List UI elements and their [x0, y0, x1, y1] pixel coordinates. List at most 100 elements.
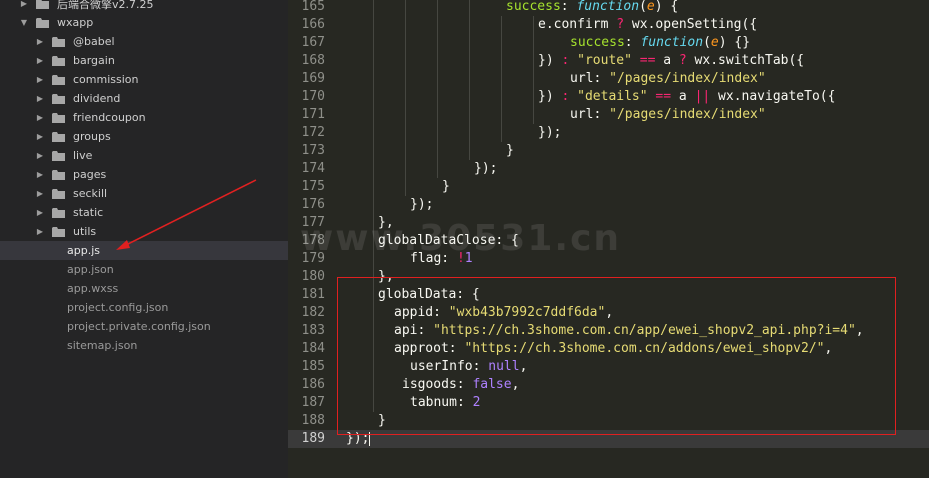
- file-item[interactable]: app.wxss: [0, 279, 288, 298]
- code-token: ) {: [654, 0, 679, 14]
- line-number: 169: [301, 71, 325, 86]
- folder-item[interactable]: ▶ @babel: [0, 32, 288, 51]
- code-token: globalData: {: [378, 287, 480, 302]
- folder-item[interactable]: ▶ seckill: [0, 184, 288, 203]
- code-token: "/pages/index/index": [609, 107, 766, 122]
- code-token: }: [442, 179, 450, 194]
- folder-icon: [52, 55, 65, 66]
- line-number: 172: [301, 125, 325, 140]
- chevron-right-icon[interactable]: ▶: [34, 131, 46, 143]
- chevron-right-icon[interactable]: ▶: [34, 36, 46, 48]
- code-line[interactable]: 182 appid: "wxb43b7992c7ddf6da",: [288, 304, 929, 322]
- code-line[interactable]: 185 userInfo: null,: [288, 358, 929, 376]
- chevron-right-icon[interactable]: ▶: [34, 93, 46, 105]
- code-line[interactable]: 168}) : "route" == a ? wx.switchTab({: [288, 52, 929, 70]
- code-line[interactable]: 186 isgoods: false,: [288, 376, 929, 394]
- code-token: a: [671, 89, 695, 104]
- code-line[interactable]: 166 e.confirm ? wx.openSetting({: [288, 16, 929, 34]
- line-number: 176: [301, 197, 325, 212]
- code-text: appid: "wxb43b7992c7ddf6da",: [394, 304, 613, 322]
- folder-item[interactable]: ▶ pages: [0, 165, 288, 184]
- tree-item-label: live: [73, 149, 93, 162]
- code-token: function: [640, 35, 704, 50]
- tree-item-label: app.js: [67, 244, 100, 257]
- folder-item[interactable]: ▶ bargain: [0, 51, 288, 70]
- file-item[interactable]: app.js: [0, 241, 288, 260]
- line-number: 171: [301, 107, 325, 122]
- folder-item[interactable]: ▶ utils: [0, 222, 288, 241]
- tree-item-label: utils: [73, 225, 97, 238]
- code-line[interactable]: 174});: [288, 160, 929, 178]
- code-text: },: [378, 268, 394, 286]
- code-token: e: [710, 35, 719, 50]
- folder-item[interactable]: ▶ static: [0, 203, 288, 222]
- code-line[interactable]: 181 globalData: {: [288, 286, 929, 304]
- chevron-down-icon[interactable]: ▼: [18, 17, 30, 29]
- chevron-right-icon[interactable]: ▶: [34, 207, 46, 219]
- code-line[interactable]: 188}: [288, 412, 929, 430]
- code-token: appid:: [394, 305, 449, 320]
- code-editor[interactable]: 165 success: function(e) {166 e.confirm ? …: [288, 0, 929, 478]
- line-number: 166: [301, 17, 325, 32]
- code-token: (: [639, 0, 647, 14]
- code-line[interactable]: 178 globalDataClose: {: [288, 232, 929, 250]
- file-item[interactable]: project.private.config.json: [0, 317, 288, 336]
- folder-icon: [52, 188, 65, 199]
- chevron-right-icon[interactable]: ▶: [34, 55, 46, 67]
- tree-item-label: pages: [73, 168, 107, 181]
- folder-item[interactable]: ▶ live: [0, 146, 288, 165]
- code-line[interactable]: 180},: [288, 268, 929, 286]
- folder-icon: [52, 150, 65, 161]
- code-line[interactable]: 183 api: "https://ch.3shome.com.cn/app/ew…: [288, 322, 929, 340]
- folder-item[interactable]: ▶ 后端合微擎v2.7.25: [0, 0, 288, 13]
- folder-icon: [52, 36, 65, 47]
- folder-icon: [52, 93, 65, 104]
- folder-item[interactable]: ▶ dividend: [0, 89, 288, 108]
- code-line[interactable]: 165 success: function(e) {: [288, 0, 929, 16]
- code-token: a: [655, 53, 679, 68]
- code-line[interactable]: 176});: [288, 196, 929, 214]
- code-line[interactable]: 172});: [288, 124, 929, 142]
- code-text: success: function(e) {: [506, 0, 678, 16]
- code-line[interactable]: 169 url: "/pages/index/index": [288, 70, 929, 88]
- code-line[interactable]: 187 tabnum: 2: [288, 394, 929, 412]
- code-line[interactable]: 170}) : "details" == a || wx.navigateTo(…: [288, 88, 929, 106]
- code-text: api: "https://ch.3shome.com.cn/app/ewei_…: [394, 322, 864, 340]
- file-item[interactable]: app.json: [0, 260, 288, 279]
- code-token: isgoods:: [402, 377, 473, 392]
- line-number: 181: [301, 287, 325, 302]
- chevron-right-icon[interactable]: ▶: [34, 169, 46, 181]
- tree-item-label: project.config.json: [67, 301, 169, 314]
- code-line[interactable]: 184 approot: "https://ch.3shome.com.cn/ad…: [288, 340, 929, 358]
- code-line[interactable]: 173}: [288, 142, 929, 160]
- code-line[interactable]: 179 flag: !1: [288, 250, 929, 268]
- folder-item[interactable]: ▶ commission: [0, 70, 288, 89]
- chevron-right-icon[interactable]: ▶: [34, 226, 46, 238]
- code-token: api:: [394, 323, 434, 338]
- code-text: url: "/pages/index/index": [570, 70, 766, 88]
- chevron-right-icon[interactable]: ▶: [34, 188, 46, 200]
- code-token: }: [506, 143, 514, 158]
- file-item[interactable]: sitemap.json: [0, 336, 288, 355]
- code-token: "wxb43b7992c7ddf6da": [448, 305, 606, 320]
- folder-item[interactable]: ▶ friendcoupon: [0, 108, 288, 127]
- code-line[interactable]: 177},: [288, 214, 929, 232]
- tree-item-label: wxapp: [57, 16, 94, 29]
- code-line[interactable]: 167 success: function(e) {}: [288, 34, 929, 52]
- code-line[interactable]: 175}: [288, 178, 929, 196]
- chevron-right-icon[interactable]: ▶: [34, 112, 46, 124]
- tree-item-label: project.private.config.json: [67, 320, 211, 333]
- folder-icon: [52, 131, 65, 142]
- tree-item-label: commission: [73, 73, 139, 86]
- folder-item[interactable]: ▶ groups: [0, 127, 288, 146]
- code-token: :: [560, 0, 577, 14]
- chevron-right-icon[interactable]: ▶: [18, 0, 30, 10]
- folder-item[interactable]: ▼ wxapp: [0, 13, 288, 32]
- ide-window: ▶ 后端合微擎v2.7.25 ▼ wxapp ▶ @babel ▶ bargain ▶ commi…: [0, 0, 929, 478]
- code-line[interactable]: 171 url: "/pages/index/index": [288, 106, 929, 124]
- code-line[interactable]: 189});: [288, 430, 929, 448]
- chevron-right-icon[interactable]: ▶: [34, 150, 46, 162]
- chevron-right-icon[interactable]: ▶: [34, 74, 46, 86]
- file-item[interactable]: project.config.json: [0, 298, 288, 317]
